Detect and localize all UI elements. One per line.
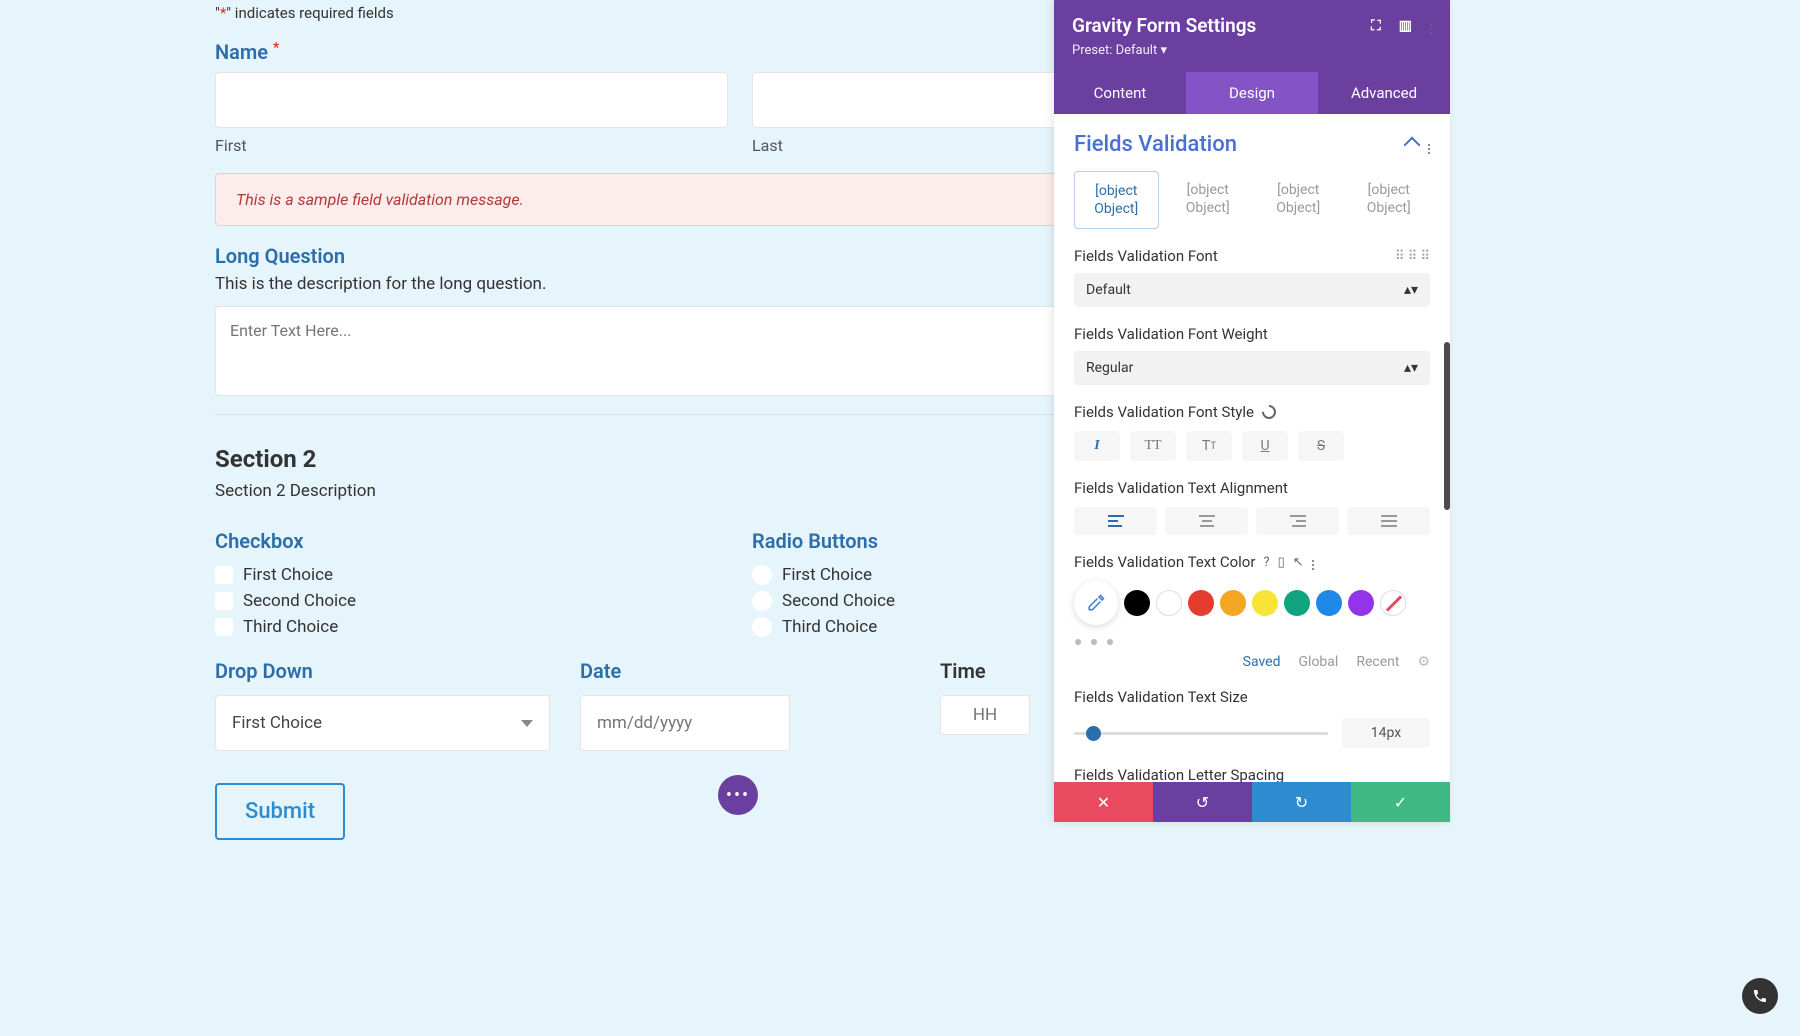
section-toggle[interactable]: Fields Validation — [1074, 132, 1237, 157]
align-center-button[interactable] — [1165, 507, 1248, 535]
size-label: Fields Validation Text Size — [1074, 688, 1430, 706]
first-sublabel: First — [215, 136, 728, 155]
color-swatch-4[interactable] — [1252, 590, 1278, 616]
undo-button[interactable]: ↺ — [1153, 782, 1252, 822]
gear-icon[interactable]: ⚙ — [1417, 654, 1430, 670]
no-color-button[interactable] — [1380, 590, 1406, 616]
date-label: Date — [580, 659, 790, 683]
align-left-button[interactable] — [1074, 507, 1157, 535]
dropdown[interactable]: First Choice — [215, 695, 550, 751]
color-swatch-1[interactable] — [1156, 590, 1182, 616]
date-input[interactable] — [580, 695, 790, 751]
settings-panel: Gravity Form Settings ⛶ ▥ Preset: Defaul… — [1054, 0, 1450, 822]
color-label: Fields Validation Text Color — [1074, 553, 1255, 571]
more-colors-button[interactable]: ● ● ● — [1074, 633, 1430, 650]
color-swatch-5[interactable] — [1284, 590, 1310, 616]
state-pill-4[interactable]: [object Object] — [1348, 171, 1431, 229]
align-label: Fields Validation Text Alignment — [1074, 479, 1430, 497]
close-button[interactable]: ✕ — [1054, 782, 1153, 822]
first-name-input[interactable] — [215, 72, 728, 128]
color-tab-global[interactable]: Global — [1299, 654, 1339, 670]
save-button[interactable]: ✓ — [1351, 782, 1450, 822]
spacing-label: Fields Validation Letter Spacing — [1074, 766, 1430, 782]
radio-1[interactable] — [752, 565, 772, 585]
size-value[interactable]: 14px — [1342, 718, 1430, 748]
state-pill-3[interactable]: [object Object] — [1257, 171, 1340, 229]
checkbox-2[interactable] — [215, 592, 233, 610]
weight-select[interactable]: Regular▴▾ — [1074, 351, 1430, 385]
color-swatch-6[interactable] — [1316, 590, 1342, 616]
cursor-icon[interactable]: ↖ — [1293, 555, 1304, 570]
color-swatch-3[interactable] — [1220, 590, 1246, 616]
color-swatch-7[interactable] — [1348, 590, 1374, 616]
underline-button[interactable]: U — [1242, 431, 1288, 461]
reset-icon[interactable] — [1259, 402, 1279, 422]
mobile-icon[interactable]: ▯ — [1278, 555, 1285, 570]
columns-icon[interactable]: ▥ — [1399, 18, 1412, 34]
align-right-button[interactable] — [1256, 507, 1339, 535]
panel-title: Gravity Form Settings — [1072, 14, 1256, 37]
font-label: Fields Validation Font ⠿ ⠿ ⠿ — [1074, 247, 1430, 265]
fab-phone-button[interactable] — [1742, 978, 1778, 1014]
checkbox-1[interactable] — [215, 566, 233, 584]
state-pill-1[interactable]: [object Object] — [1074, 171, 1159, 229]
color-tab-recent[interactable]: Recent — [1356, 654, 1399, 670]
fab-more-button[interactable]: ••• — [718, 775, 758, 815]
chevron-down-icon — [521, 720, 533, 727]
font-select[interactable]: Default▴▾ — [1074, 273, 1430, 307]
dropdown-label: Drop Down — [215, 659, 550, 683]
color-tab-saved[interactable]: Saved — [1243, 654, 1281, 670]
submit-button[interactable]: Submit — [215, 783, 345, 840]
checkbox-label: Checkbox — [215, 529, 728, 553]
strike-button[interactable]: S — [1298, 431, 1344, 461]
help-icon[interactable]: ? — [1263, 555, 1269, 570]
align-justify-button[interactable] — [1347, 507, 1430, 535]
uppercase-button[interactable]: TT — [1130, 431, 1176, 461]
style-label: Fields Validation Font Style — [1074, 403, 1430, 421]
radio-3[interactable] — [752, 617, 772, 637]
tab-content[interactable]: Content — [1054, 72, 1186, 114]
tab-design[interactable]: Design — [1186, 72, 1318, 114]
section-more-icon[interactable] — [1428, 135, 1430, 154]
color-swatch-2[interactable] — [1188, 590, 1214, 616]
size-slider[interactable] — [1074, 732, 1328, 735]
state-pill-2[interactable]: [object Object] — [1167, 171, 1250, 229]
chevron-up-icon[interactable] — [1404, 136, 1421, 153]
italic-button[interactable]: I — [1074, 431, 1120, 461]
more-icon[interactable] — [1430, 18, 1432, 34]
redo-button[interactable]: ↻ — [1252, 782, 1351, 822]
weight-label: Fields Validation Font Weight — [1074, 325, 1430, 343]
tab-advanced[interactable]: Advanced — [1318, 72, 1450, 114]
titlecase-button[interactable]: TT — [1186, 431, 1232, 461]
eyedropper-button[interactable] — [1074, 581, 1118, 625]
time-hh-input[interactable] — [940, 695, 1030, 735]
radio-2[interactable] — [752, 591, 772, 611]
checkbox-3[interactable] — [215, 618, 233, 636]
color-more-icon[interactable] — [1312, 555, 1314, 570]
expand-icon[interactable]: ⛶ — [1371, 18, 1381, 34]
scrollbar[interactable] — [1444, 342, 1450, 510]
time-label: Time — [940, 659, 1030, 683]
preset-select[interactable]: Preset: Default ▾ — [1072, 43, 1432, 58]
color-swatch-0[interactable] — [1124, 590, 1150, 616]
